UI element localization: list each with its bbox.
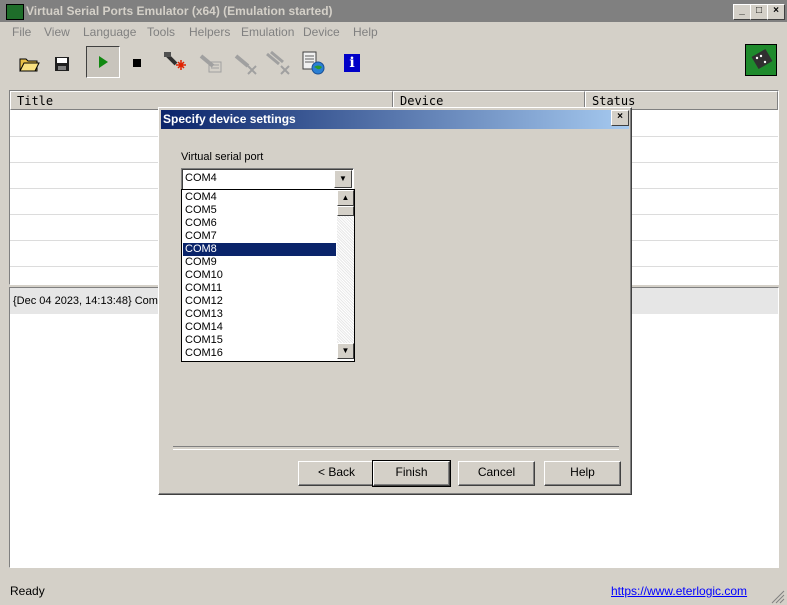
window-title: Virtual Serial Ports Emulator (x64) (Emu… bbox=[26, 4, 333, 18]
info-icon[interactable]: i bbox=[338, 48, 368, 78]
port-option[interactable]: COM9 bbox=[183, 256, 336, 269]
menu-view[interactable]: View bbox=[44, 25, 70, 39]
menu-helpers[interactable]: Helpers bbox=[189, 25, 230, 39]
port-option[interactable]: COM10 bbox=[183, 269, 336, 282]
menu-language[interactable]: Language bbox=[83, 25, 136, 39]
delete-device-icon[interactable] bbox=[230, 48, 260, 78]
play-icon[interactable] bbox=[86, 46, 120, 78]
port-option[interactable]: COM4 bbox=[183, 191, 336, 204]
stop-icon[interactable] bbox=[122, 48, 152, 78]
dialog-separator bbox=[173, 446, 619, 450]
menu-emulation[interactable]: Emulation bbox=[241, 25, 294, 39]
port-combobox[interactable]: COM4 ▼ bbox=[181, 168, 354, 190]
menu-tools[interactable]: Tools bbox=[147, 25, 175, 39]
device-settings-dialog: Specify device settings × Virtual serial… bbox=[158, 107, 632, 495]
menu-bar: File View Language Tools Helpers Emulati… bbox=[0, 22, 787, 42]
menu-help[interactable]: Help bbox=[353, 25, 378, 39]
window-titlebar: Virtual Serial Ports Emulator (x64) (Emu… bbox=[0, 0, 787, 22]
scroll-up-icon[interactable]: ▲ bbox=[337, 190, 354, 206]
port-label: Virtual serial port bbox=[181, 151, 264, 163]
port-option[interactable]: COM14 bbox=[183, 321, 336, 334]
app-icon bbox=[6, 4, 24, 20]
status-text: Ready bbox=[10, 584, 45, 598]
maximize-button[interactable]: □ bbox=[750, 4, 768, 20]
scroll-thumb[interactable] bbox=[337, 206, 354, 216]
chevron-down-icon[interactable]: ▼ bbox=[334, 170, 352, 188]
port-option[interactable]: COM12 bbox=[183, 295, 336, 308]
port-option[interactable]: COM6 bbox=[183, 217, 336, 230]
minimize-button[interactable]: _ bbox=[733, 4, 751, 20]
port-option[interactable]: COM16 bbox=[183, 347, 336, 360]
port-option[interactable]: COM11 bbox=[183, 282, 336, 295]
port-option[interactable]: COM7 bbox=[183, 230, 336, 243]
delete-all-icon[interactable] bbox=[263, 48, 293, 78]
info-glyph: i bbox=[344, 54, 360, 72]
port-option[interactable]: COM13 bbox=[183, 308, 336, 321]
status-bar: Ready https://www.eterlogic.com bbox=[0, 578, 787, 605]
finish-button[interactable]: Finish bbox=[372, 460, 451, 487]
dropdown-scrollbar[interactable]: ▲ ▼ bbox=[337, 190, 354, 359]
scroll-down-icon[interactable]: ▼ bbox=[337, 343, 354, 359]
port-dropdown-list[interactable]: COM4 COM5 COM6 COM7 COM8 COM9 COM10 COM1… bbox=[181, 189, 355, 362]
port-option[interactable]: COM5 bbox=[183, 204, 336, 217]
dialog-title: Specify device settings bbox=[161, 110, 629, 129]
save-icon[interactable] bbox=[47, 48, 77, 78]
network-settings-icon[interactable] bbox=[298, 48, 328, 78]
app-logo-icon bbox=[745, 44, 777, 76]
menu-device[interactable]: Device bbox=[303, 25, 340, 39]
close-button[interactable]: × bbox=[767, 4, 785, 20]
cancel-button[interactable]: Cancel bbox=[458, 461, 535, 486]
port-option[interactable]: COM15 bbox=[183, 334, 336, 347]
open-folder-icon[interactable] bbox=[14, 48, 44, 78]
resize-grip-icon[interactable] bbox=[771, 590, 785, 604]
help-button[interactable]: Help bbox=[544, 461, 621, 486]
add-device-icon[interactable] bbox=[160, 48, 190, 78]
menu-file[interactable]: File bbox=[12, 25, 31, 39]
website-link[interactable]: https://www.eterlogic.com bbox=[611, 584, 747, 598]
port-combobox-value: COM4 bbox=[185, 172, 217, 184]
dialog-close-button[interactable]: × bbox=[611, 110, 629, 126]
edit-device-icon[interactable] bbox=[195, 48, 225, 78]
back-button[interactable]: < Back bbox=[298, 461, 375, 486]
port-option-selected[interactable]: COM8 bbox=[183, 243, 336, 256]
